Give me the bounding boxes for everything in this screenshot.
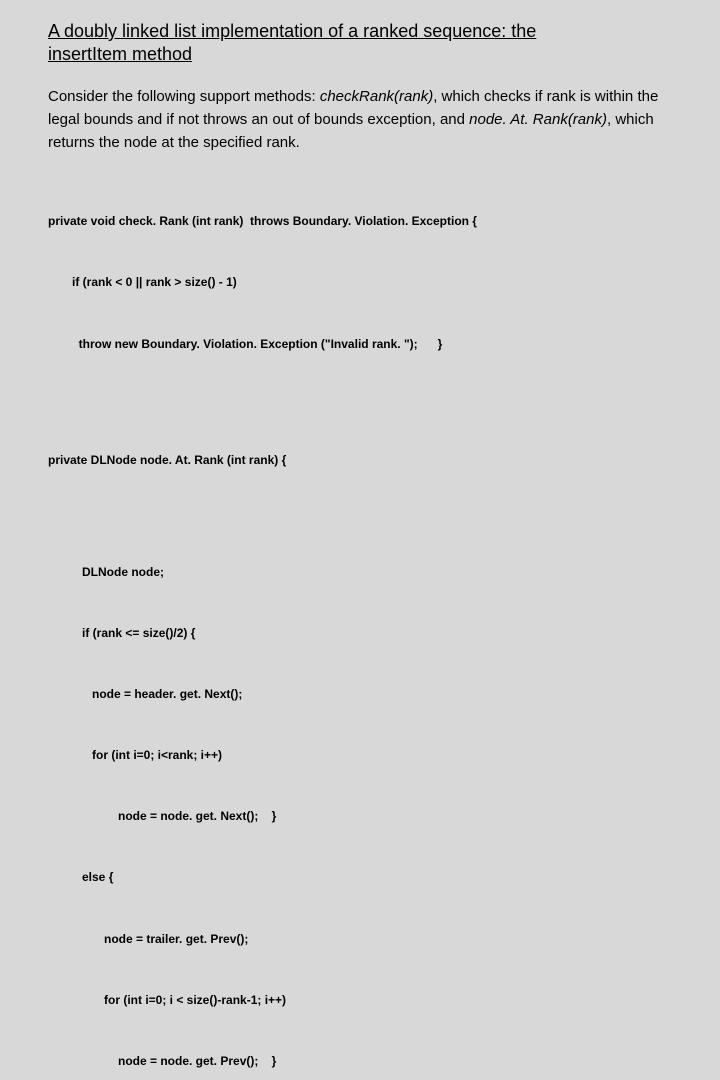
slide-container: A doubly linked list implementation of a… <box>0 0 720 1080</box>
code-line: private void check. Rank (int rank) thro… <box>48 211 672 231</box>
code-line: node = node. get. Next(); } <box>48 806 672 826</box>
title-line-1: A doubly linked list implementation of a… <box>48 21 536 41</box>
code-line: throw new Boundary. Violation. Exception… <box>48 334 672 354</box>
slide-title: A doubly linked list implementation of a… <box>48 20 672 67</box>
code-line: private DLNode node. At. Rank (int rank)… <box>48 450 672 470</box>
code-line: for (int i=0; i<rank; i++) <box>48 745 672 765</box>
code-line: node = trailer. get. Prev(); <box>48 929 672 949</box>
code-block-checkrank: private void check. Rank (int rank) thro… <box>48 171 672 395</box>
intro-italic-1: checkRank(rank) <box>320 88 433 105</box>
code-line: if (rank < 0 || rank > size() - 1) <box>48 272 672 292</box>
code-line: for (int i=0; i < size()-rank-1; i++) <box>48 990 672 1010</box>
code-line: else { <box>48 867 672 887</box>
code-line: node = node. get. Prev(); } <box>48 1051 672 1071</box>
code-line: if (rank <= size()/2) { <box>48 623 672 643</box>
code-line: node = header. get. Next(); <box>48 684 672 704</box>
code-line: DLNode node; <box>48 562 672 582</box>
intro-italic-2: node. At. Rank(rank) <box>469 111 607 128</box>
title-line-2: insertItem method <box>48 44 192 64</box>
intro-text-1: Consider the following support methods: <box>48 88 320 105</box>
intro-paragraph: Consider the following support methods: … <box>48 85 672 155</box>
code-block-nodeatrank: private DLNode node. At. Rank (int rank)… <box>48 409 672 1080</box>
